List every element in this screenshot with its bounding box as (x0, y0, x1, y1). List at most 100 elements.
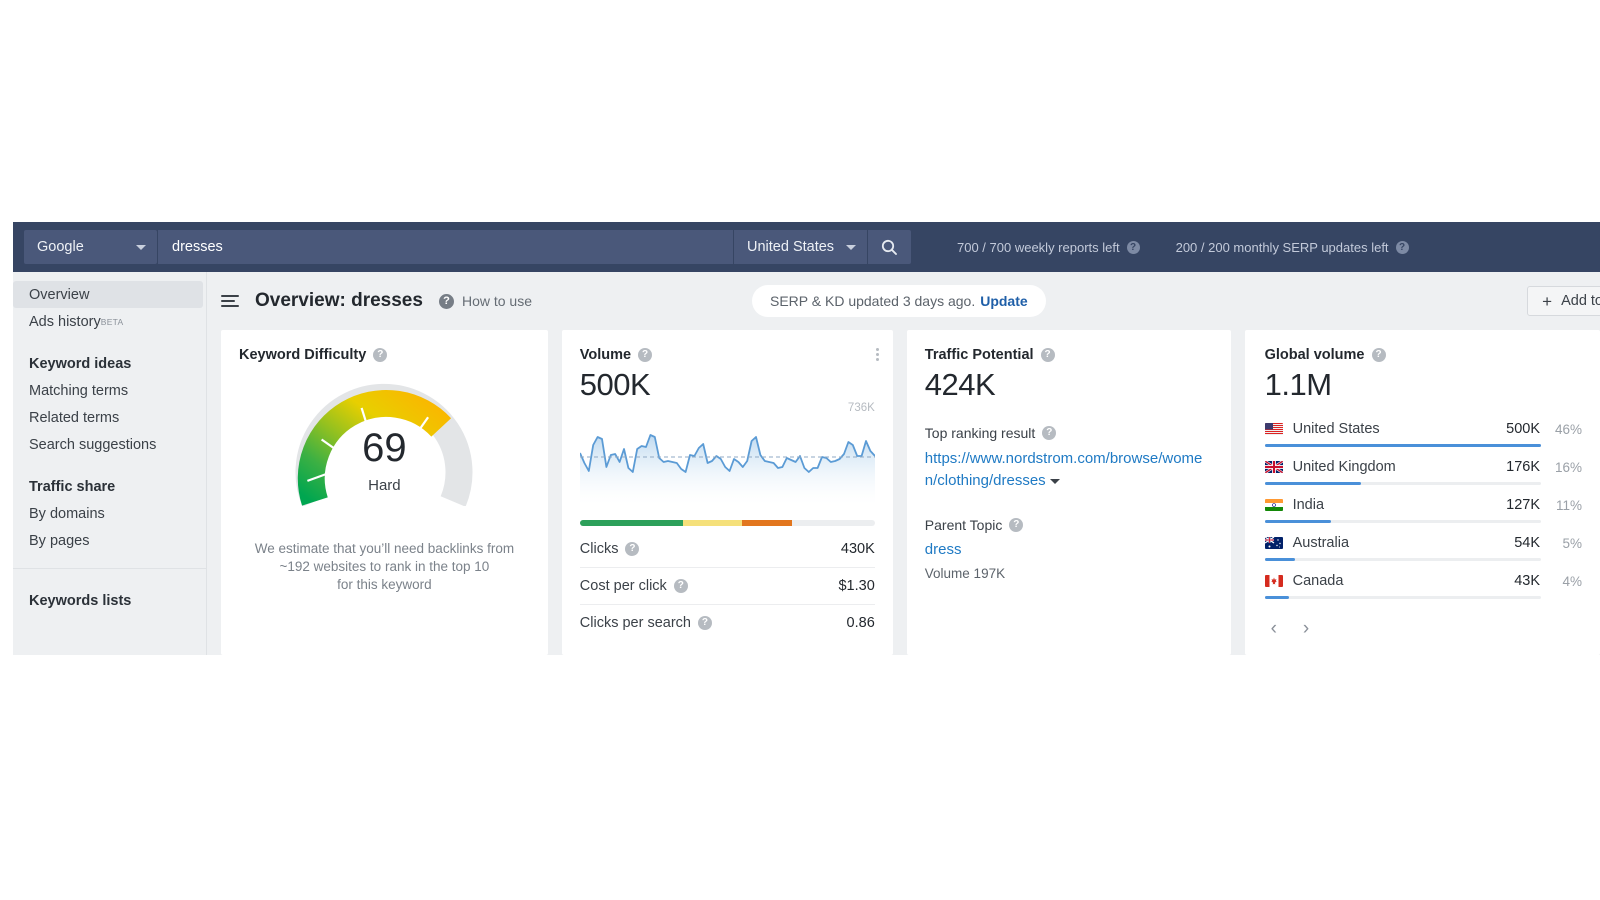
help-icon[interactable]: ? (1009, 518, 1023, 532)
country-bar-fill (1265, 482, 1362, 485)
country-name: United States (1293, 421, 1507, 437)
keyword-difficulty-rating: Hard (289, 477, 479, 494)
global-volume-pagination: ‹ › (1265, 619, 1582, 638)
volume-segment-bar (580, 520, 875, 526)
list-item[interactable]: India 127K 11% (1265, 497, 1582, 535)
country-percent: 4% (1552, 574, 1582, 589)
search-button[interactable] (868, 230, 911, 264)
volume-max-label: 736K (848, 402, 875, 414)
sidebar-heading-keywords-lists[interactable]: Keywords lists (13, 587, 206, 614)
volume-sparkline-chart (580, 415, 875, 505)
serp-update-notice: SERP & KD updated 3 days ago. Update (752, 285, 1046, 317)
card-title: Keyword Difficulty ? (239, 347, 530, 363)
country-bar-fill (1265, 558, 1295, 561)
country-bar-fill (1265, 596, 1290, 599)
clicks-per-search-value: 0.86 (847, 615, 875, 631)
keyword-difficulty-gauge: 69 Hard (289, 381, 479, 506)
country-name: Australia (1293, 535, 1515, 551)
flag-in-icon (1265, 499, 1283, 511)
country-select[interactable]: United States (734, 230, 867, 264)
sidebar-item-related-terms[interactable]: Related terms (13, 404, 206, 431)
help-icon[interactable]: ? (638, 348, 652, 362)
update-link[interactable]: Update (980, 293, 1027, 309)
kd-note-line-2: ~192 websites to rank in the top 10 (239, 558, 530, 576)
chevron-left-icon[interactable]: ‹ (1271, 619, 1277, 638)
keyword-input[interactable] (158, 230, 733, 264)
sidebar-item-matching-terms[interactable]: Matching terms (13, 377, 206, 404)
list-item[interactable]: Canada 43K 4% (1265, 573, 1582, 611)
top-ranking-url[interactable]: https://www.nordstrom.com/browse/women/c… (925, 448, 1213, 492)
sidebar-heading-traffic-share: Traffic share (13, 473, 206, 500)
help-icon[interactable]: ? (625, 542, 639, 556)
traffic-potential-value: 424K (925, 367, 1213, 403)
list-item[interactable]: United Kingdom 176K 16% (1265, 459, 1582, 497)
metric-cards-row: Keyword Difficulty ? (207, 330, 1600, 655)
search-engine-select[interactable]: Google (24, 230, 157, 264)
chevron-down-icon[interactable] (1050, 479, 1060, 484)
help-icon[interactable]: ? (373, 348, 387, 362)
country-volume: 176K (1506, 459, 1540, 475)
parent-topic-volume: Volume 197K (925, 566, 1213, 581)
help-icon[interactable]: ? (1127, 241, 1140, 254)
country-bar-track (1265, 444, 1541, 447)
help-icon[interactable]: ? (1372, 348, 1386, 362)
add-to-label: Add to (1561, 293, 1600, 309)
country-bar-fill (1265, 520, 1331, 523)
sidebar-item-overview[interactable]: Overview (13, 281, 203, 308)
more-vertical-icon[interactable] (876, 348, 879, 361)
global-volume-value: 1.1M (1265, 367, 1582, 403)
country-value: United States (747, 239, 834, 255)
how-to-use-link[interactable]: How to use (462, 293, 532, 309)
sidebar-item-by-domains[interactable]: By domains (13, 500, 206, 527)
serp-update-text: SERP & KD updated 3 days ago. (770, 293, 975, 309)
keyword-difficulty-value: 69 (289, 426, 479, 471)
row-label: Clicks per search ? (580, 615, 712, 631)
help-icon[interactable]: ? (439, 294, 454, 309)
country-name: United Kingdom (1293, 459, 1507, 475)
app-root: Google United States 700 / 700 weekly re… (0, 0, 1600, 900)
list-item[interactable]: Australia 54K 5% (1265, 535, 1582, 573)
help-icon[interactable]: ? (674, 579, 688, 593)
add-to-button[interactable]: + Add to (1527, 286, 1600, 316)
serp-updates-quota: 200 / 200 monthly SERP updates left ? (1176, 240, 1409, 255)
sidebar-item-label: Related terms (29, 410, 119, 426)
help-icon[interactable]: ? (1042, 426, 1056, 440)
sidebar-item-ads-history[interactable]: Ads historyBETA (13, 308, 206, 335)
volume-card: Volume ? 500K 736K (562, 330, 893, 655)
clicks-label: Clicks (580, 541, 619, 557)
sidebar-item-by-pages[interactable]: By pages (13, 527, 206, 554)
parent-topic-label: Parent Topic (925, 517, 1003, 533)
parent-topic-link[interactable]: dress (925, 541, 1213, 558)
row-label: Cost per click ? (580, 578, 688, 594)
list-item[interactable]: United States 500K 46% (1265, 421, 1582, 459)
search-engine-value: Google (37, 239, 84, 255)
flag-ca-icon (1265, 575, 1283, 587)
plus-icon: + (1542, 293, 1552, 310)
country-bar-track (1265, 596, 1541, 599)
volume-value: 500K (580, 367, 875, 403)
country-percent: 11% (1552, 498, 1582, 513)
hamburger-icon[interactable] (221, 295, 239, 307)
keyword-difficulty-note: We estimate that you’ll need backlinks f… (239, 540, 530, 594)
sidebar-item-label: Search suggestions (29, 437, 156, 453)
kd-note-line-3: for this keyword (239, 576, 530, 594)
sidebar-item-label: Overview (29, 287, 89, 303)
top-ranking-result-label-row: Top ranking result ? (925, 425, 1213, 441)
top-search-bar: Google United States 700 / 700 weekly re… (13, 222, 1600, 272)
country-bar-track (1265, 558, 1541, 561)
table-row: Cost per click ? $1.30 (580, 567, 875, 604)
page-header: Overview: dresses ? How to use SERP & KD… (207, 272, 1600, 330)
card-title: Traffic Potential ? (925, 347, 1213, 363)
chevron-down-icon (136, 245, 146, 250)
help-icon[interactable]: ? (1396, 241, 1409, 254)
sidebar-item-search-suggestions[interactable]: Search suggestions (13, 431, 206, 458)
global-volume-card: Global volume ? 1.1M (1245, 330, 1600, 655)
chevron-right-icon[interactable]: › (1303, 619, 1309, 638)
flag-us-icon (1265, 423, 1283, 435)
help-icon[interactable]: ? (1041, 348, 1055, 362)
sidebar: Overview Ads historyBETA Keyword ideas M… (13, 272, 207, 655)
help-icon[interactable]: ? (698, 616, 712, 630)
beta-badge: BETA (101, 317, 124, 327)
country-bar-track (1265, 482, 1541, 485)
country-percent: 16% (1552, 460, 1582, 475)
